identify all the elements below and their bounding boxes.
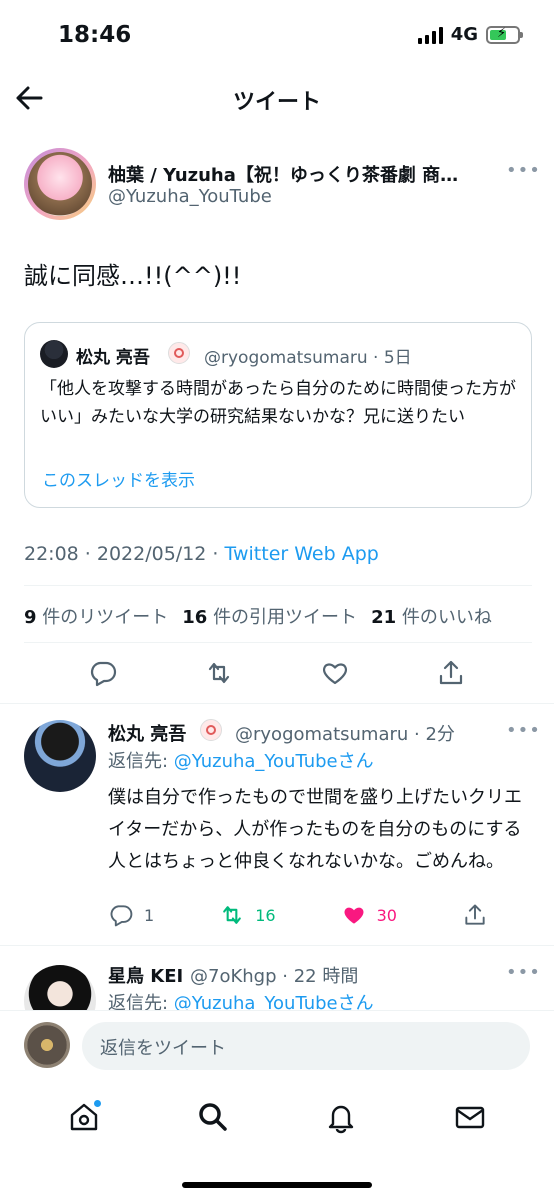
home-icon[interactable] xyxy=(67,1100,102,1134)
home-indicator xyxy=(182,1182,372,1188)
like-icon xyxy=(341,902,367,928)
reply-like-button[interactable]: 30 xyxy=(341,902,397,928)
reply-author-meta: @ryogomatsumaru · 2分 xyxy=(235,724,455,745)
quoted-author-meta: @ryogomatsumaru · 5日 xyxy=(204,348,412,368)
reply-icon[interactable] xyxy=(88,658,118,688)
page-title: ツイート xyxy=(232,90,321,115)
reply-to-handle-link[interactable]: @Yuzuha_YouTube xyxy=(174,751,338,772)
messages-icon[interactable] xyxy=(453,1100,487,1134)
tweet-source-link[interactable]: Twitter Web App xyxy=(225,543,379,565)
bottom-tab-bar xyxy=(0,1092,554,1142)
like-count-link[interactable]: 21 件のいいね xyxy=(371,603,492,629)
retweet-icon[interactable] xyxy=(204,658,234,688)
quoted-author-avatar xyxy=(40,340,68,368)
reply-compose-input[interactable]: 返信をツイート xyxy=(82,1022,530,1070)
more-options-icon[interactable]: ••• xyxy=(506,160,541,181)
signal-icon xyxy=(417,26,443,44)
reply-share-button[interactable] xyxy=(462,902,488,928)
tweet-timestamp: 22:08 · 2022/05/12 · xyxy=(24,543,225,565)
retweet-icon xyxy=(219,902,245,928)
quoted-author-name: 松丸 亮吾 xyxy=(76,348,150,368)
reply-author-avatar[interactable] xyxy=(24,720,96,792)
status-indicators: 4G ⚡ xyxy=(417,24,523,45)
retweet-count-link[interactable]: 9 件のリツイート xyxy=(24,603,168,629)
tweet-action-bar xyxy=(0,658,554,688)
tweet-text: 誠に同感…!!(^^)!! xyxy=(24,262,242,290)
reply-retweet-button[interactable]: 16 xyxy=(219,902,276,928)
reply-icon xyxy=(108,902,134,928)
tweet-stats: 9 件のリツイート 16 件の引用ツイート 21 件のいいね xyxy=(24,603,492,629)
divider xyxy=(0,703,554,704)
show-thread-link[interactable]: このスレッドを表示 xyxy=(42,466,195,491)
author-name[interactable]: 柚葉 / Yuzuha【祝！ゆっくり茶番劇 商… xyxy=(108,161,488,187)
quote-count-link[interactable]: 16 件の引用ツイート xyxy=(182,603,357,629)
share-icon[interactable] xyxy=(436,658,466,688)
author-avatar[interactable] xyxy=(24,148,96,220)
quoted-tweet-text: 「他人を攻撃する時間があったら自分のために時間使った方がいい」みたいな大学の研究… xyxy=(40,379,516,427)
divider xyxy=(0,945,554,946)
author-handle[interactable]: @Yuzuha_YouTube xyxy=(108,186,272,207)
battery-icon: ⚡ xyxy=(486,25,523,44)
divider xyxy=(24,585,532,586)
like-icon[interactable] xyxy=(320,658,350,688)
notifications-icon[interactable] xyxy=(324,1100,358,1134)
verified-badge-icon xyxy=(168,342,190,364)
search-icon[interactable] xyxy=(196,1100,230,1134)
more-options-icon[interactable]: ••• xyxy=(506,720,541,741)
tweet-meta: 22:08 · 2022/05/12 · Twitter Web App xyxy=(24,543,379,565)
reply-author-name[interactable]: 松丸 亮吾 xyxy=(108,720,186,746)
network-type: 4G xyxy=(450,24,478,45)
reply-reply-button[interactable]: 1 xyxy=(108,902,154,928)
status-time: 18:46 xyxy=(58,22,132,48)
reply-author-meta: @7oKhgp · 22 時間 xyxy=(190,966,359,987)
reply-author-name[interactable]: 星鳥 KEI xyxy=(108,962,183,988)
share-icon xyxy=(462,902,488,928)
reply-action-bar: 1 16 30 xyxy=(108,902,488,928)
verified-badge-icon xyxy=(200,719,222,741)
current-user-avatar xyxy=(24,1022,70,1068)
more-options-icon[interactable]: ••• xyxy=(506,962,541,983)
divider xyxy=(24,642,532,643)
reply-text: 僕は自分で作ったもので世間を盛り上げたいクリエイターだから、人が作ったものを自分… xyxy=(108,787,522,872)
reply-to-line: 返信先: @Yuzuha_YouTubeさん xyxy=(108,751,374,772)
